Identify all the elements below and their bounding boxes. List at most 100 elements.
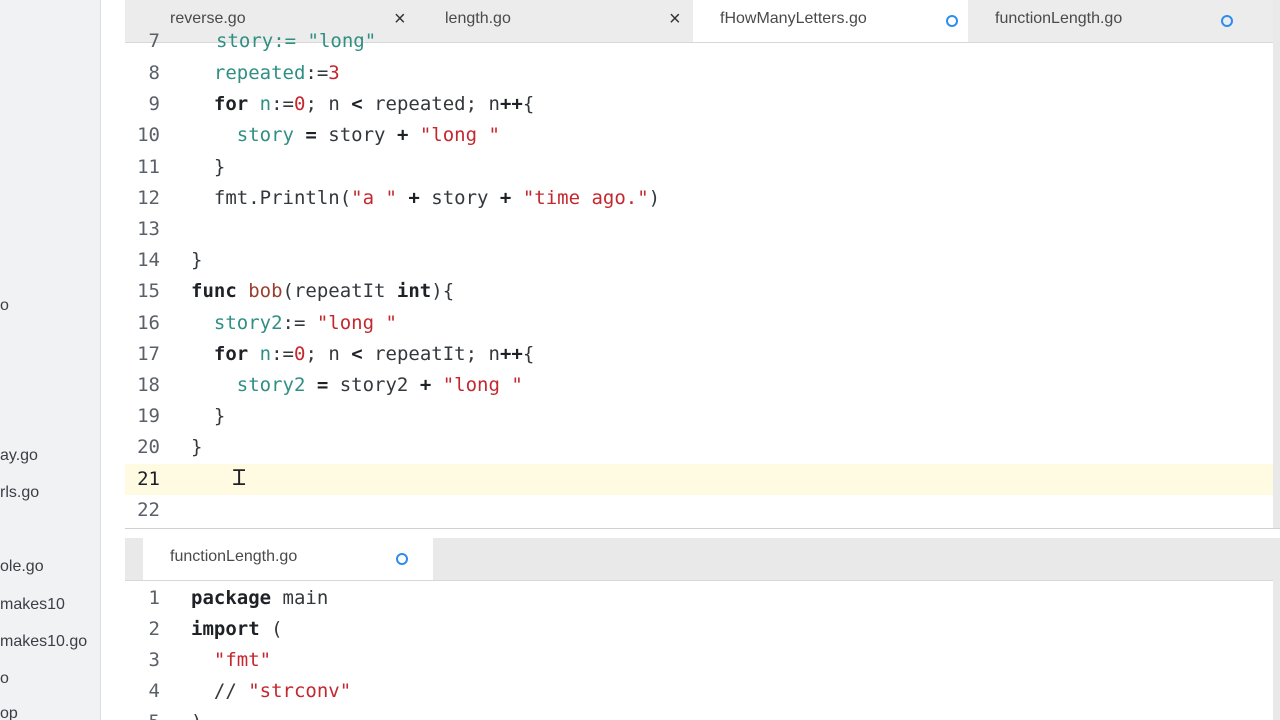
code-token: story2	[328, 374, 420, 396]
code-line[interactable]: 17 for n:=0; n < repeatIt; n++{	[125, 339, 1280, 370]
code-text: }	[191, 245, 202, 276]
modified-dot-icon[interactable]	[396, 553, 408, 565]
code-token: n	[259, 93, 272, 116]
top-editor-pane: reverse.go × length.go × fHowManyLetters…	[125, 0, 1280, 529]
line-number: 3	[148, 649, 160, 671]
code-token: <	[351, 93, 363, 116]
sidebar-file[interactable]: makes10.go	[0, 633, 87, 651]
code-text: }	[191, 401, 225, 432]
code-text: for n:=0; n < repeated; n++{	[191, 89, 534, 120]
code-token: ; n	[305, 93, 352, 116]
code-line-partial: 7 story:= "long"	[125, 26, 1280, 57]
code-line[interactable]: 4 // "strconv"	[125, 676, 1280, 707]
sidebar-file[interactable]: rls.go	[0, 484, 39, 502]
code-token: )	[191, 711, 202, 720]
code-token: "time ago."	[522, 186, 649, 209]
line-number: 2	[148, 618, 160, 640]
code-token: "long "	[442, 374, 523, 396]
code-text: import (	[191, 614, 283, 645]
code-text: story2:= "long "	[191, 308, 397, 339]
code-token: :=	[305, 62, 329, 84]
code-text: for n:=0; n < repeatIt; n++{	[191, 339, 534, 370]
code-token: ++	[499, 342, 523, 365]
code-text: }	[191, 152, 225, 183]
code-token: story	[316, 124, 397, 147]
code-line[interactable]: 5)	[125, 707, 1280, 720]
code-token: import	[191, 618, 272, 640]
code-line[interactable]: 13	[125, 214, 1280, 245]
line-number: 15	[137, 280, 160, 303]
code-token: (	[271, 618, 283, 640]
code-token: <	[351, 342, 363, 365]
code-token: bob	[248, 280, 283, 303]
tab-functionlength-go-bottom[interactable]: functionLength.go	[143, 538, 433, 580]
sidebar-folder[interactable]: makes10	[0, 596, 65, 614]
code-token: story2	[191, 374, 306, 396]
code-token: repeatIt; n	[362, 342, 500, 365]
code-line[interactable]: 22	[125, 495, 1280, 526]
text-cursor-icon: Ɪ	[233, 466, 246, 491]
sidebar-file[interactable]: op	[0, 705, 18, 720]
code-token: "fmt"	[191, 649, 272, 671]
code-line[interactable]: 1 package main	[125, 583, 1280, 614]
code-line[interactable]: 15 func bob(repeatIt int){	[125, 276, 1280, 307]
scrollbar[interactable]	[1273, 0, 1280, 528]
code-line[interactable]: 14}	[125, 245, 1280, 276]
code-line[interactable]: 10 story = story + "long "	[125, 120, 1280, 151]
code-line[interactable]: 9 for n:=0; n < repeated; n++{	[125, 89, 1280, 120]
code-token: =	[305, 124, 317, 147]
code-token: for	[191, 342, 260, 365]
code-token: fmt.Println(	[191, 186, 352, 209]
code-token: +	[499, 186, 512, 209]
current-code-line[interactable]: 21	[125, 463, 1280, 495]
code-token: :=	[271, 93, 294, 116]
code-token: ++	[499, 93, 523, 116]
code-area[interactable]: 1 package main 2 import (3 "fmt" 4 // "strco…	[125, 583, 1280, 720]
code-line[interactable]: 18 story2 = story2 + "long "	[125, 370, 1280, 401]
code-text: // "strconv"	[191, 676, 351, 707]
code-text: func bob(repeatIt int){	[191, 276, 454, 307]
code-token: 0	[293, 342, 306, 365]
code-text: package main	[191, 583, 328, 614]
code-token: }	[191, 155, 226, 178]
code-token: story	[419, 186, 500, 209]
line-number: 16	[137, 311, 160, 334]
sidebar-file[interactable]: o	[0, 670, 9, 688]
code-token: )	[648, 186, 661, 209]
sidebar-file[interactable]: ay.go	[0, 447, 38, 465]
code-token: "strconv"	[248, 680, 352, 702]
code-token: {	[522, 93, 535, 116]
code-line[interactable]: 11 }	[125, 152, 1280, 183]
code-area[interactable]: 7 story:= "long" 8 repeated:=3 9 for n:=0…	[125, 30, 1280, 528]
sidebar-file[interactable]: ole.go	[0, 558, 44, 576]
line-number: 8	[148, 62, 160, 84]
line-number: 22	[137, 498, 160, 521]
code-text: fmt.Println("a " + story + "time ago.")	[191, 183, 660, 214]
code-line[interactable]: 20}	[125, 432, 1280, 463]
line-number: 17	[137, 342, 160, 365]
sidebar-file[interactable]: o	[0, 297, 9, 315]
line-number: 19	[137, 405, 160, 428]
bottom-editor-pane: functionLength.go 1 package main 2 import (…	[125, 538, 1280, 720]
code-token: package	[191, 587, 283, 609]
line-number: 21	[137, 467, 160, 490]
code-line[interactable]: 16 story2:= "long "	[125, 308, 1280, 339]
code-token: //	[191, 680, 249, 702]
code-line[interactable]: 12 fmt.Println("a " + story + "time ago.…	[125, 183, 1280, 214]
code-line[interactable]: 3 "fmt"	[125, 645, 1280, 676]
line-number: 20	[137, 436, 160, 459]
code-token: 0	[293, 93, 306, 116]
code-text: story = story + "long "	[191, 120, 500, 151]
code-line[interactable]: 8 repeated:=3	[125, 58, 1280, 89]
code-token: repeated; n	[362, 93, 500, 116]
line-number: 11	[137, 155, 160, 178]
scrollbar[interactable]	[1273, 538, 1280, 720]
code-token: }	[191, 249, 203, 272]
code-token: +	[419, 374, 432, 396]
code-line[interactable]: 19 }	[125, 401, 1280, 432]
code-text: "fmt"	[191, 645, 271, 676]
code-line[interactable]: 2 import (	[125, 614, 1280, 645]
